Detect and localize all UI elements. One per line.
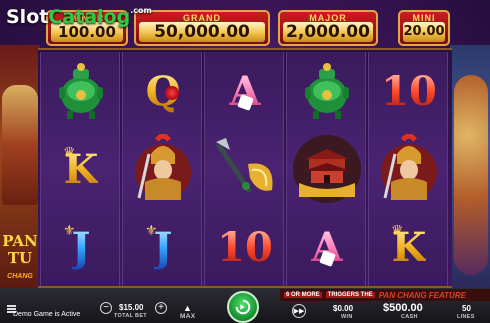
demo-status: Demo Game is Active <box>13 311 81 318</box>
rose-icon <box>165 86 179 100</box>
symbol-jade-urn <box>41 52 121 130</box>
plus-icon: + <box>158 302 164 313</box>
reel-3: A 10 <box>204 52 284 286</box>
jade-urn-icon <box>305 63 349 119</box>
left-side-art: PAN TU CHANG <box>0 45 40 290</box>
fleur-icon: ⚜ <box>63 222 76 238</box>
dragon-art-icon <box>454 75 488 275</box>
minus-icon: − <box>103 302 109 313</box>
max-bet-icon[interactable]: ▲ <box>180 303 195 313</box>
symbol-a: A <box>229 67 261 115</box>
symbol-warrior <box>369 130 449 208</box>
fast-forward-icon: ▶▶ <box>293 308 305 315</box>
spin-button[interactable] <box>227 291 259 323</box>
symbol-warrior <box>123 130 203 208</box>
game-logo-subtitle: CHANG <box>7 273 33 280</box>
jackpot-major-value: 2,000.00 <box>283 22 373 42</box>
jackpot-mini: MINI 20.00 <box>398 10 450 46</box>
fleur-icon: ⚜ <box>145 222 158 238</box>
crown-icon: ♛ <box>63 144 76 160</box>
symbol-golden-axe <box>205 130 285 208</box>
symbol-j: ⚜ J <box>63 222 91 271</box>
reel-1: ♛ K ⚜ J <box>40 52 120 286</box>
game-stage: PAN TU CHANG MINOR 100.00 GRAND 50,000.0… <box>0 0 490 323</box>
reel-5: 10 ♛ K <box>368 52 448 286</box>
jackpot-major: MAJOR 2,000.00 <box>278 10 378 46</box>
total-bet-label: TOTAL BET <box>114 313 147 319</box>
symbol-temple <box>287 130 367 208</box>
warrior-icon <box>135 134 191 200</box>
win-value: $0.00 <box>333 304 354 313</box>
spin-arrow-icon <box>235 299 251 315</box>
jackpot-mini-value: 20.00 <box>403 22 445 42</box>
jackpot-grand: GRAND 50,000.00 <box>134 10 270 46</box>
win-label: WIN <box>341 314 353 320</box>
total-bet-value: $15.00 <box>119 303 144 312</box>
golden-axe-icon <box>215 138 273 194</box>
bet-decrease-button[interactable]: − <box>100 302 112 314</box>
reel-2: Q ⚜ J <box>122 52 202 286</box>
symbol-10: 10 <box>217 223 273 271</box>
symbol-k: ♛ K <box>391 222 427 271</box>
right-side-art <box>450 45 490 290</box>
lines-value: 50 <box>462 304 471 313</box>
jade-urn-icon <box>59 63 103 119</box>
warrior-icon <box>381 134 437 200</box>
reel-grid: ♛ K ⚜ J Q ⚜ J A 10 A 10 ♛ K <box>38 48 452 288</box>
bet-increase-button[interactable]: + <box>155 302 167 314</box>
cash-value: $500.00 <box>383 302 423 314</box>
symbol-k: ♛ K <box>63 144 99 193</box>
warrior-art-icon <box>2 85 38 205</box>
jackpot-grand-value: 50,000.00 <box>139 22 265 42</box>
autoplay-button[interactable]: ▶▶ <box>292 304 306 318</box>
feature-banner: 6 OR MORE TRIGGERS THE PAN CHANG FEATURE <box>280 289 490 301</box>
watermark: SlotCatalog.com <box>6 6 152 28</box>
max-bet-button[interactable]: MAX <box>180 313 195 320</box>
game-logo: PAN TU <box>2 232 38 267</box>
symbol-j: ⚜ J <box>145 222 173 271</box>
crown-icon: ♛ <box>391 222 404 238</box>
symbol-10: 10 <box>381 67 437 115</box>
symbol-jade-urn <box>287 52 367 130</box>
temple-icon <box>293 135 361 203</box>
symbol-a: A <box>311 223 343 271</box>
symbol-q: Q <box>145 67 181 115</box>
reel-4: A <box>286 52 366 286</box>
lines-label: LINES <box>457 314 475 320</box>
cash-label: CASH <box>401 314 418 320</box>
